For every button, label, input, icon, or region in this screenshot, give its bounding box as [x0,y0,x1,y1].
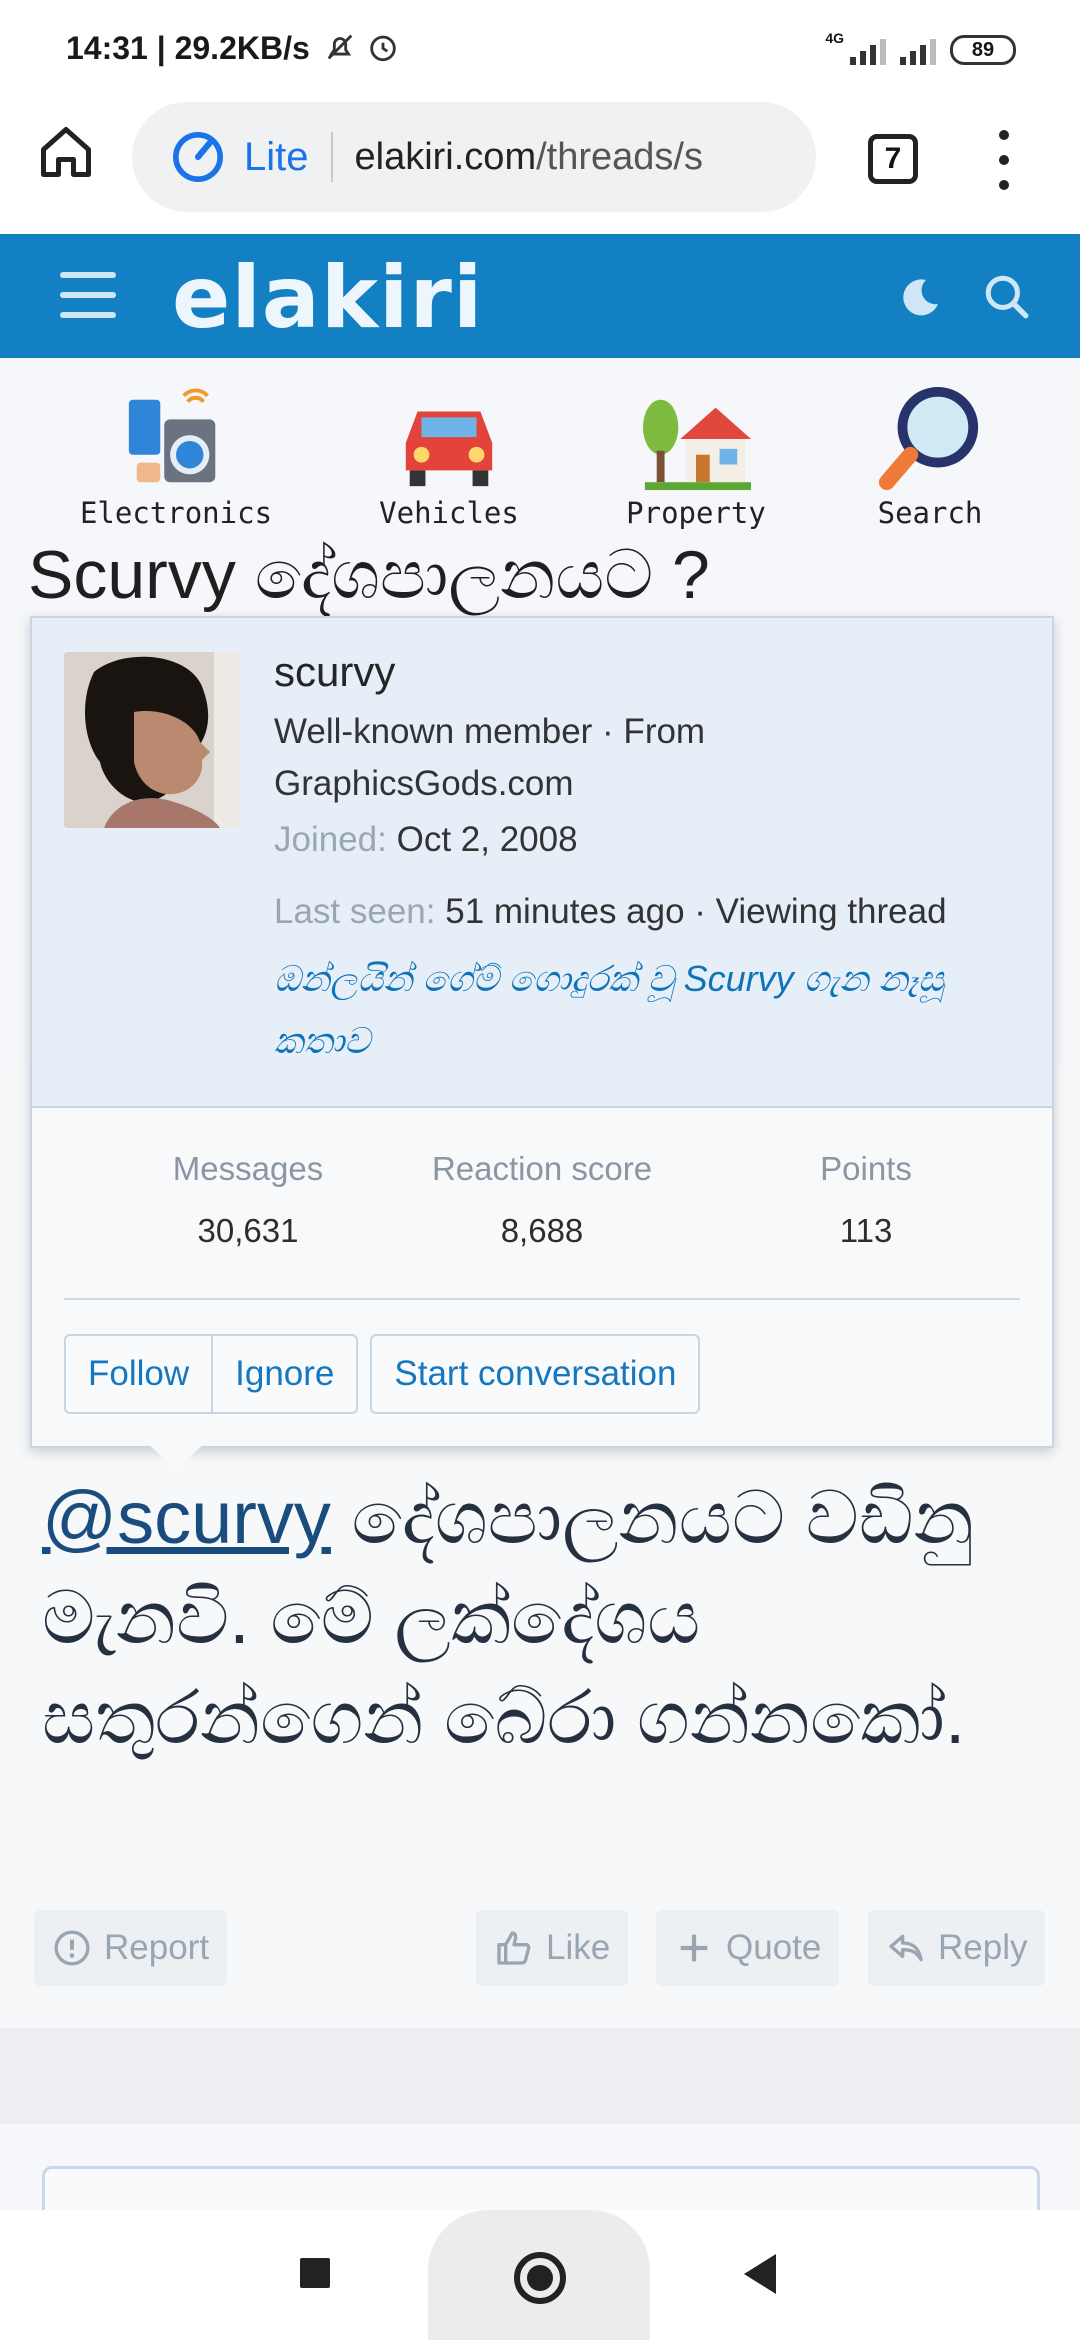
stat-label: Points [820,1150,912,1187]
alarm-icon [369,35,396,62]
lite-label: Lite [244,134,309,179]
signal-icon [850,35,886,65]
status-icons: 4G 89 [825,30,1016,70]
menu-icon[interactable] [60,272,116,318]
post-separator [0,2028,1080,2124]
member-title: Well-known member · From GraphicsGods.co… [274,712,706,803]
quote-label: Quote [726,1928,822,1967]
joined-value: Oct 2, 2008 [396,820,578,859]
ignore-button[interactable]: Ignore [213,1334,359,1414]
mute-bell-icon [327,34,352,60]
category-property[interactable]: Property [596,384,796,530]
member-actions: Follow Ignore Start conversation [64,1334,701,1414]
start-conversation-button[interactable]: Start conversation [370,1334,701,1414]
category-bar: Electronics Vehicles Property Search [0,358,1080,538]
magnifier-icon [878,386,979,491]
thumbs-up-icon [497,1931,531,1965]
net-speed: 29.2KB/s [174,30,310,66]
member-tooltip: scurvy Well-known member · From Graphics… [30,616,1054,1448]
reply-label: Reply [938,1928,1028,1967]
site-header: elakiri [0,234,1080,358]
car-icon [405,411,493,487]
status-bar: 14:31 | 29.2KB/s 4G 89 [0,0,1080,100]
follow-button[interactable]: Follow [64,1334,214,1414]
joined-label: Joined: [274,820,387,859]
signal-icon-2 [900,35,936,65]
url-text[interactable]: elakiri.com/threads/s [355,136,785,179]
stat-value: 113 [839,1212,893,1249]
reply-button[interactable]: Reply [868,1910,1046,1986]
post-actions: Report Like Quote Reply [34,1910,1050,1986]
category-search[interactable]: Search [830,384,1030,530]
user-mention-link[interactable]: @scurvy [42,1476,331,1559]
avatar[interactable] [64,652,240,828]
tooltip-arrow [146,1442,206,1470]
last-seen-label: Last seen: [274,892,436,931]
home-icon[interactable] [36,122,96,182]
quote-button[interactable]: Quote [656,1910,840,1986]
electronics-icon [128,388,216,483]
avatar-image [64,652,240,828]
address-bar[interactable]: Lite elakiri.com/threads/s [132,102,816,212]
report-label: Report [104,1928,210,1967]
stat-messages[interactable]: Messages 30,631 [88,1150,408,1250]
tab-switcher-button[interactable]: 7 [868,134,918,184]
clock-text: 14:31 [66,30,148,66]
stat-label: Reaction score [431,1150,653,1187]
battery-icon: 89 [950,35,1016,65]
post-body: @scurvy දේශපාලනයට වඩිනු මැනවි. මේ ලක්දේශ… [42,1468,1052,1768]
like-button[interactable]: Like [476,1910,629,1986]
member-last-seen: Last seen: 51 minutes ago · Viewing thre… [274,892,947,932]
viewing-thread-link[interactable]: ඔන්ලයින් ගේම් ගොදුරක් වූ Scurvy ගැන නෑසූ… [274,948,994,1072]
overflow-menu-icon[interactable] [994,130,1014,190]
stat-value: 8,688 [500,1212,584,1249]
url-path: /threads/s [536,135,703,178]
dark-mode-icon[interactable] [896,274,944,322]
member-username[interactable]: scurvy [274,648,395,696]
plus-icon [680,1934,708,1962]
status-time: 14:31 | 29.2KB/s [66,30,400,67]
stat-label: Messages [172,1150,324,1187]
reply-arrow-icon [889,1934,923,1962]
url-domain: elakiri.com [354,135,537,178]
member-joined: Joined: Oct 2, 2008 [274,820,578,860]
back-button[interactable] [744,2254,776,2294]
category-label: Search [877,496,983,530]
browser-toolbar: Lite elakiri.com/threads/s 7 [0,100,1080,234]
home-button[interactable] [514,2252,566,2304]
like-label: Like [546,1928,611,1967]
stat-value: 30,631 [197,1212,299,1249]
site-logo[interactable]: elakiri [172,248,483,348]
last-seen-value: 51 minutes ago · Viewing thread [445,892,947,931]
stats-divider [64,1298,1020,1300]
category-vehicles[interactable]: Vehicles [349,384,549,530]
house-icon [642,399,751,491]
alert-circle-icon [54,1930,90,1966]
thread-title: Scurvy දේශපාලනයට ? [28,537,710,613]
system-nav-bar [0,2210,1080,2340]
category-label: Electronics [79,496,273,530]
category-electronics[interactable]: Electronics [76,384,276,530]
category-label: Vehicles [379,496,519,530]
report-button[interactable]: Report [34,1910,228,1986]
search-icon[interactable] [982,272,1032,322]
member-tooltip-header: scurvy Well-known member · From Graphics… [32,618,1052,1108]
stat-points[interactable]: Points 113 [706,1150,1026,1250]
network-type: 4G [825,30,844,46]
lite-mode-icon [173,132,223,182]
recents-button[interactable] [300,2258,330,2288]
url-divider [330,132,333,182]
stat-reaction-score[interactable]: Reaction score 8,688 [382,1150,702,1250]
category-label: Property [626,496,766,530]
